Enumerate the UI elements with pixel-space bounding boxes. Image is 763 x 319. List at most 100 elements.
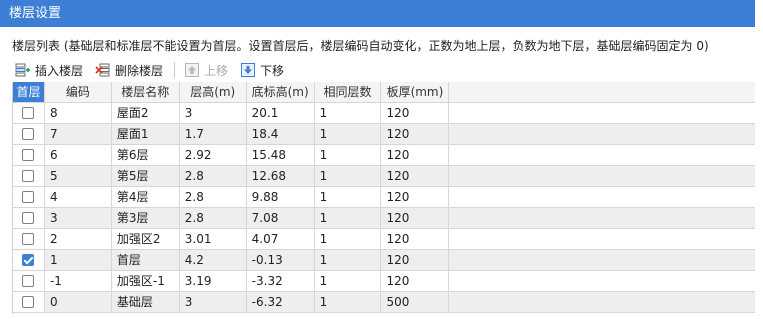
delete-floor-label: 删除楼层 <box>115 63 164 78</box>
cell-same-floor-count[interactable]: 1 <box>314 124 382 145</box>
cell-floor-height[interactable]: 2.92 <box>179 145 247 166</box>
cell-floor-name[interactable]: 基础层 <box>111 292 180 313</box>
first-floor-checkbox[interactable] <box>22 254 35 266</box>
cell-code[interactable]: 8 <box>44 103 112 124</box>
cell-floor-name[interactable]: 第3层 <box>111 208 180 229</box>
first-floor-checkbox[interactable] <box>22 107 35 119</box>
cell-floor-name[interactable]: 第5层 <box>111 166 180 187</box>
move-down-button[interactable]: 下移 <box>237 60 287 80</box>
table-row[interactable]: 0 基础层 3 -6.32 1 500 <box>13 292 755 313</box>
cell-base-elevation[interactable]: 9.88 <box>246 187 315 208</box>
cell-slab-thickness[interactable]: 120 <box>381 166 450 187</box>
first-floor-checkbox[interactable] <box>22 212 35 224</box>
cell-floor-name[interactable]: 加强区-1 <box>111 271 180 292</box>
cell-base-elevation[interactable]: 4.07 <box>246 229 315 250</box>
cell-base-elevation[interactable]: -6.32 <box>246 292 315 313</box>
cell-code[interactable]: 2 <box>44 229 112 250</box>
table-row[interactable]: 8 屋面2 3 20.1 1 120 <box>13 103 755 124</box>
first-floor-checkbox[interactable] <box>22 233 35 245</box>
floor-list-description: 楼层列表 (基础层和标准层不能设置为首层。设置首层后，楼层编码自动变化，正数为地… <box>12 39 709 53</box>
move-up-button[interactable]: 上移 <box>181 60 231 80</box>
table-row[interactable]: 1 首层 4.2 -0.13 1 120 <box>13 250 755 271</box>
cell-slab-thickness[interactable]: 120 <box>381 145 450 166</box>
cell-same-floor-count[interactable]: 1 <box>314 292 382 313</box>
cell-base-elevation[interactable]: 15.48 <box>246 145 315 166</box>
delete-floor-button[interactable]: 删除楼层 <box>92 60 166 80</box>
cell-floor-height[interactable]: 2.8 <box>179 166 247 187</box>
cell-base-elevation[interactable]: 18.4 <box>246 124 315 145</box>
cell-code[interactable]: -1 <box>44 271 112 292</box>
cell-floor-height[interactable]: 3.19 <box>179 271 247 292</box>
table-row[interactable]: 3 第3层 2.8 7.08 1 120 <box>13 208 755 229</box>
header-floor-height[interactable]: 层高(m) <box>179 82 247 103</box>
header-base-elevation[interactable]: 底标高(m) <box>246 82 315 103</box>
cell-same-floor-count[interactable]: 1 <box>314 208 382 229</box>
cell-base-elevation[interactable]: 20.1 <box>246 103 315 124</box>
cell-floor-name[interactable]: 第6层 <box>111 145 180 166</box>
cell-same-floor-count[interactable]: 1 <box>314 271 382 292</box>
table-row[interactable]: -1 加强区-1 3.19 -3.32 1 120 <box>13 271 755 292</box>
first-floor-checkbox[interactable] <box>22 170 35 182</box>
cell-floor-height[interactable]: 1.7 <box>179 124 247 145</box>
cell-first-floor <box>13 271 45 292</box>
cell-floor-name[interactable]: 第4层 <box>111 187 180 208</box>
cell-slab-thickness[interactable]: 120 <box>381 271 450 292</box>
table-row[interactable]: 4 第4层 2.8 9.88 1 120 <box>13 187 755 208</box>
header-slab-thickness[interactable]: 板厚(mm) <box>381 82 450 103</box>
cell-same-floor-count[interactable]: 1 <box>314 250 382 271</box>
cell-base-elevation[interactable]: 12.68 <box>246 166 315 187</box>
cell-slab-thickness[interactable]: 120 <box>381 124 450 145</box>
cell-base-elevation[interactable]: -0.13 <box>246 250 315 271</box>
table-row[interactable]: 5 第5层 2.8 12.68 1 120 <box>13 166 755 187</box>
cell-slab-thickness[interactable]: 120 <box>381 208 450 229</box>
cell-floor-name[interactable]: 加强区2 <box>111 229 180 250</box>
cell-code[interactable]: 0 <box>44 292 112 313</box>
move-down-label: 下移 <box>260 63 285 78</box>
first-floor-checkbox[interactable] <box>22 191 35 203</box>
cell-slab-thickness[interactable]: 500 <box>381 292 450 313</box>
cell-same-floor-count[interactable]: 1 <box>314 166 382 187</box>
cell-base-elevation[interactable]: 7.08 <box>246 208 315 229</box>
insert-floor-button[interactable]: 插入楼层 <box>12 60 86 80</box>
cell-code[interactable]: 5 <box>44 166 112 187</box>
cell-floor-height[interactable]: 2.8 <box>179 187 247 208</box>
first-floor-checkbox[interactable] <box>22 275 35 287</box>
cell-same-floor-count[interactable]: 1 <box>314 187 382 208</box>
cell-filler <box>449 292 755 313</box>
cell-floor-height[interactable]: 4.2 <box>179 250 247 271</box>
cell-floor-name[interactable]: 屋面1 <box>111 124 180 145</box>
cell-first-floor <box>13 124 45 145</box>
cell-same-floor-count[interactable]: 1 <box>314 229 382 250</box>
cell-same-floor-count[interactable]: 1 <box>314 103 382 124</box>
cell-slab-thickness[interactable]: 120 <box>381 103 450 124</box>
cell-floor-height[interactable]: 2.8 <box>179 208 247 229</box>
cell-code[interactable]: 7 <box>44 124 112 145</box>
table-row[interactable]: 2 加强区2 3.01 4.07 1 120 <box>13 229 755 250</box>
cell-slab-thickness[interactable]: 120 <box>381 187 450 208</box>
cell-code[interactable]: 4 <box>44 187 112 208</box>
first-floor-checkbox[interactable] <box>22 128 35 140</box>
cell-slab-thickness[interactable]: 120 <box>381 250 450 271</box>
cell-floor-height[interactable]: 3.01 <box>179 229 247 250</box>
header-same-floor-count[interactable]: 相同层数 <box>314 82 382 103</box>
cell-filler <box>449 187 755 208</box>
cell-base-elevation[interactable]: -3.32 <box>246 271 315 292</box>
header-floor-name[interactable]: 楼层名称 <box>111 82 180 103</box>
cell-floor-name[interactable]: 首层 <box>111 250 180 271</box>
cell-code[interactable]: 1 <box>44 250 112 271</box>
table-row[interactable]: 6 第6层 2.92 15.48 1 120 <box>13 145 755 166</box>
window-edge <box>755 0 763 319</box>
first-floor-checkbox[interactable] <box>22 296 35 308</box>
cell-code[interactable]: 3 <box>44 208 112 229</box>
cell-floor-name[interactable]: 屋面2 <box>111 103 180 124</box>
header-code[interactable]: 编码 <box>44 82 112 103</box>
header-first-floor[interactable]: 首层 <box>13 82 45 103</box>
cell-code[interactable]: 6 <box>44 145 112 166</box>
first-floor-checkbox[interactable] <box>22 149 35 161</box>
cell-floor-height[interactable]: 3 <box>179 292 247 313</box>
cell-floor-height[interactable]: 3 <box>179 103 247 124</box>
cell-slab-thickness[interactable]: 120 <box>381 229 450 250</box>
cell-filler <box>449 208 755 229</box>
cell-same-floor-count[interactable]: 1 <box>314 145 382 166</box>
table-row[interactable]: 7 屋面1 1.7 18.4 1 120 <box>13 124 755 145</box>
